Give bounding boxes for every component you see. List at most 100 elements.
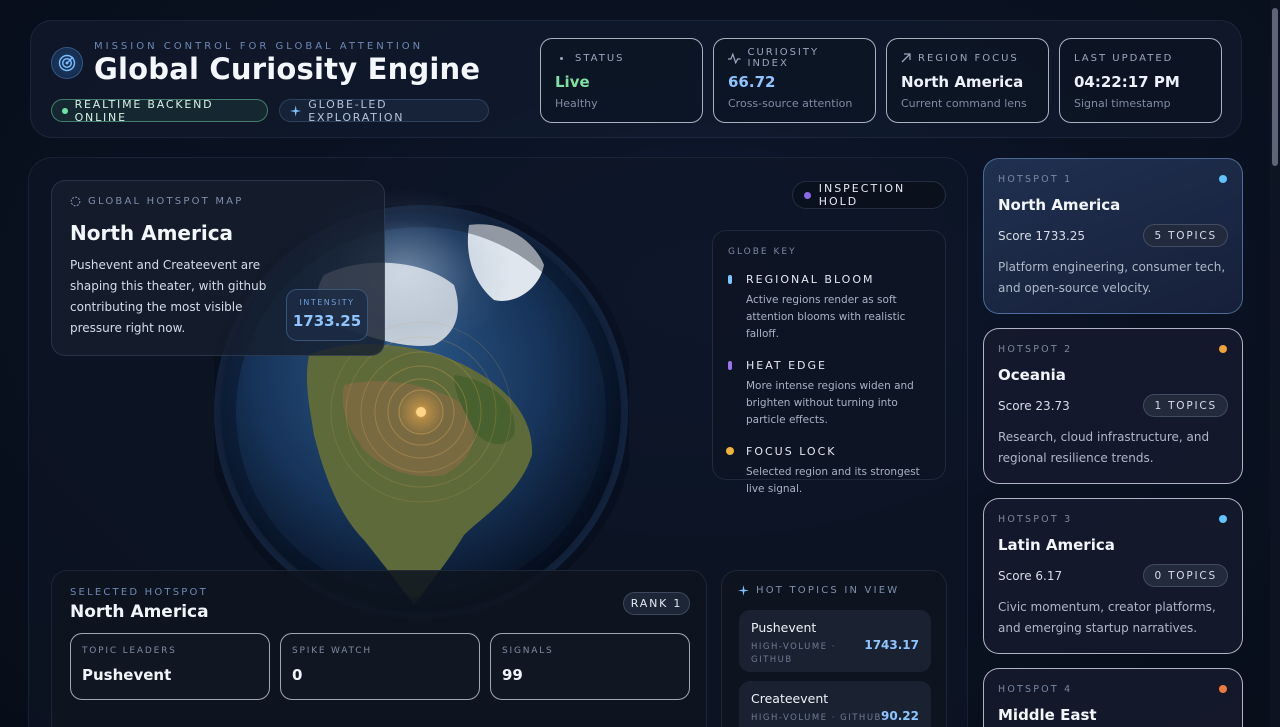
hotspot-title: Oceania [998,366,1066,384]
rank-badge: RANK 1 [623,592,690,615]
stat-label: STATUS [575,52,625,64]
selected-eyebrow: SELECTED HOTSPOT [70,587,208,598]
stat-value: North America [901,73,1024,91]
scrollbar-thumb[interactable] [1272,8,1278,166]
key-item-focus-lock: FOCUS LOCK Selected region and its stron… [726,445,930,498]
intensity-value: 1733.25 [292,312,362,330]
metric-label: SIGNALS [502,646,554,656]
exploration-mode-label: GLOBE-LED EXPLORATION [308,97,405,124]
key-item-title: FOCUS LOCK [746,445,837,458]
hotspot-card[interactable]: HOTSPOT 3 Latin America Score 6.17 0 TOP… [983,498,1243,654]
selected-title: North America [70,602,209,622]
hotspot-dot-icon [1219,345,1227,353]
stat-value: 66.72 [728,73,776,91]
hotspot-eyebrow: HOTSPOT 1 [998,174,1073,185]
key-item-title: HEAT EDGE [746,359,828,372]
hotspot-card[interactable]: HOTSPOT 4 Middle East [983,668,1243,727]
hotspot-desc: Research, cloud infrastructure, and regi… [998,430,1210,465]
online-dot-icon [62,107,68,114]
stat-value: 04:22:17 PM [1074,73,1180,91]
heat-marker-icon [728,361,732,370]
metric-label: TOPIC LEADERS [82,646,177,656]
hotspot-title: Middle East [998,706,1097,724]
stat-card-curiosity-index: CURIOSITY INDEX 66.72 Cross-source atten… [713,38,876,123]
globe-key-card: GLOBE KEY REGIONAL BLOOM Active regions … [712,230,946,495]
globe-key-heading: GLOBE KEY [728,247,797,257]
focus-marker-icon [726,447,734,455]
metric-spike-watch: SPIKE WATCH 0 [280,633,480,700]
topic-row[interactable]: Createevent HIGH-VOLUME · GITHUB 90.22 [739,681,931,727]
hotspot-map-card: GLOBAL HOTSPOT MAP North America Pusheve… [51,180,385,356]
topic-name: Pushevent [751,620,817,635]
hotspot-dot-icon [1219,175,1227,183]
metric-signals: SIGNALS 99 [490,633,690,700]
arrow-up-right-icon [901,53,911,63]
map-card-description: Pushevent and Createevent are shaping th… [70,258,267,335]
hotspot-topics-badge: 0 TOPICS [1143,564,1228,587]
key-item-heat-edge: HEAT EDGE More intense regions widen and… [728,359,930,429]
stat-label: LAST UPDATED [1074,52,1174,64]
hotspot-dot-icon [1219,515,1227,523]
radar-icon [51,47,83,79]
hotspot-eyebrow: HOTSPOT 3 [998,514,1073,525]
hotspot-topics-badge: 5 TOPICS [1143,224,1228,247]
key-item-desc: Active regions render as soft attention … [746,294,906,340]
hotspot-card[interactable]: HOTSPOT 1 North America Score 1733.25 5 … [983,158,1243,314]
crosshair-icon [70,196,81,207]
stat-sub: Signal timestamp [1074,97,1171,110]
hotspot-eyebrow: HOTSPOT 4 [998,684,1073,695]
intensity-badge: INTENSITY 1733.25 [286,289,368,341]
backend-status-pill: REALTIME BACKEND ONLINE [51,97,268,124]
backend-status-label: REALTIME BACKEND ONLINE [74,97,214,124]
metric-label: SPIKE WATCH [292,646,372,656]
topic-score: 90.22 [881,709,919,723]
hot-topics-card: HOT TOPICS IN VIEW Pushevent HIGH-VOLUME… [721,570,947,727]
topic-row[interactable]: Pushevent HIGH-VOLUME · GITHUB 1743.17 [739,610,931,672]
exploration-mode-pill[interactable]: GLOBE-LED EXPLORATION [279,97,489,124]
stat-label: REGION FOCUS [918,52,1019,64]
stat-card-last-updated: LAST UPDATED 04:22:17 PM Signal timestam… [1059,38,1222,123]
stat-card-status: STATUS Live Healthy [540,38,703,123]
hold-dot-icon [804,191,811,199]
hot-topics-heading: HOT TOPICS IN VIEW [756,585,900,596]
metric-value: Pushevent [82,666,172,684]
key-item-title: REGIONAL BLOOM [746,273,875,286]
hotspot-title: Latin America [998,536,1115,554]
map-card-title: North America [70,221,234,245]
dot-icon [560,56,563,60]
map-card-eyebrow: GLOBAL HOTSPOT MAP [88,196,244,207]
header-eyebrow: MISSION CONTROL FOR GLOBAL ATTENTION [94,41,424,52]
stat-card-region-focus: REGION FOCUS North America Current comma… [886,38,1049,123]
intensity-label: INTENSITY [299,298,355,307]
key-item-regional-bloom: REGIONAL BLOOM Active regions render as … [728,273,930,343]
hotspot-title: North America [998,196,1121,214]
inspection-hold-button[interactable]: INSPECTION HOLD [792,181,946,209]
bloom-marker-icon [728,275,732,284]
metric-topic-leaders: TOPIC LEADERS Pushevent [70,633,270,700]
hotspot-dot-icon [1219,685,1227,693]
stat-sub: Cross-source attention [728,97,853,110]
hotspot-eyebrow: HOTSPOT 2 [998,344,1073,355]
hotspot-topics-badge: 1 TOPICS [1143,394,1228,417]
metric-value: 0 [292,666,303,684]
page-scrollbar[interactable] [1270,0,1280,727]
stat-label: CURIOSITY INDEX [747,47,820,69]
stat-sub: Healthy [555,97,598,110]
inspection-hold-label: INSPECTION HOLD [818,182,906,208]
key-item-desc: More intense regions widen and brighten … [746,380,914,426]
hotspot-desc: Platform engineering, consumer tech, and… [998,260,1226,295]
topic-name: Createevent [751,691,829,706]
key-item-desc: Selected region and its strongest live s… [746,466,920,495]
pulse-icon [728,52,741,64]
hotspot-card[interactable]: HOTSPOT 2 Oceania Score 23.73 1 TOPICS R… [983,328,1243,484]
hotspot-desc: Civic momentum, creator platforms, and e… [998,600,1216,635]
selected-hotspot-card: SELECTED HOTSPOT North America RANK 1 TO… [51,570,707,727]
stat-value: Live [555,73,590,91]
topic-score: 1743.17 [864,638,919,652]
topic-meta: HIGH-VOLUME · GITHUB [751,713,882,723]
stat-sub: Current command lens [901,97,1027,110]
header-panel: MISSION CONTROL FOR GLOBAL ATTENTION Glo… [30,20,1242,138]
sparkle-icon [738,585,749,596]
globe-panel: GLOBAL HOTSPOT MAP North America Pusheve… [28,157,968,727]
page-title: Global Curiosity Engine [94,52,481,86]
